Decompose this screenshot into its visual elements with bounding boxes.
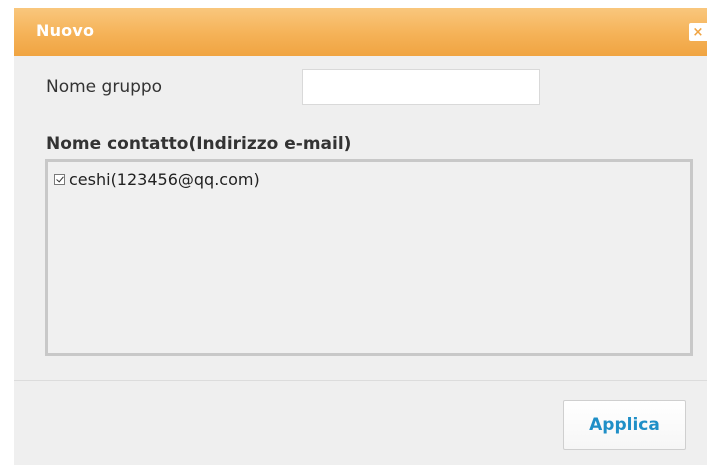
contact-item-label: ceshi(123456@qq.com): [69, 170, 260, 189]
contact-list-label: Nome contatto(Indirizzo e-mail): [46, 134, 352, 154]
close-icon: ×: [692, 24, 704, 40]
contact-item[interactable]: ceshi(123456@qq.com): [54, 170, 260, 189]
apply-button[interactable]: Applica: [563, 400, 686, 450]
contact-checkbox[interactable]: [54, 174, 65, 185]
group-name-input[interactable]: [302, 69, 540, 105]
new-group-dialog: Nuovo × Nome gruppo Nome contatto(Indiri…: [14, 8, 707, 465]
dialog-titlebar: Nuovo ×: [14, 8, 707, 56]
close-button[interactable]: ×: [689, 23, 707, 41]
dialog-title: Nuovo: [36, 21, 95, 40]
contact-list[interactable]: ceshi(123456@qq.com): [45, 159, 693, 356]
group-name-label: Nome gruppo: [46, 77, 163, 97]
footer-divider: [14, 380, 707, 381]
